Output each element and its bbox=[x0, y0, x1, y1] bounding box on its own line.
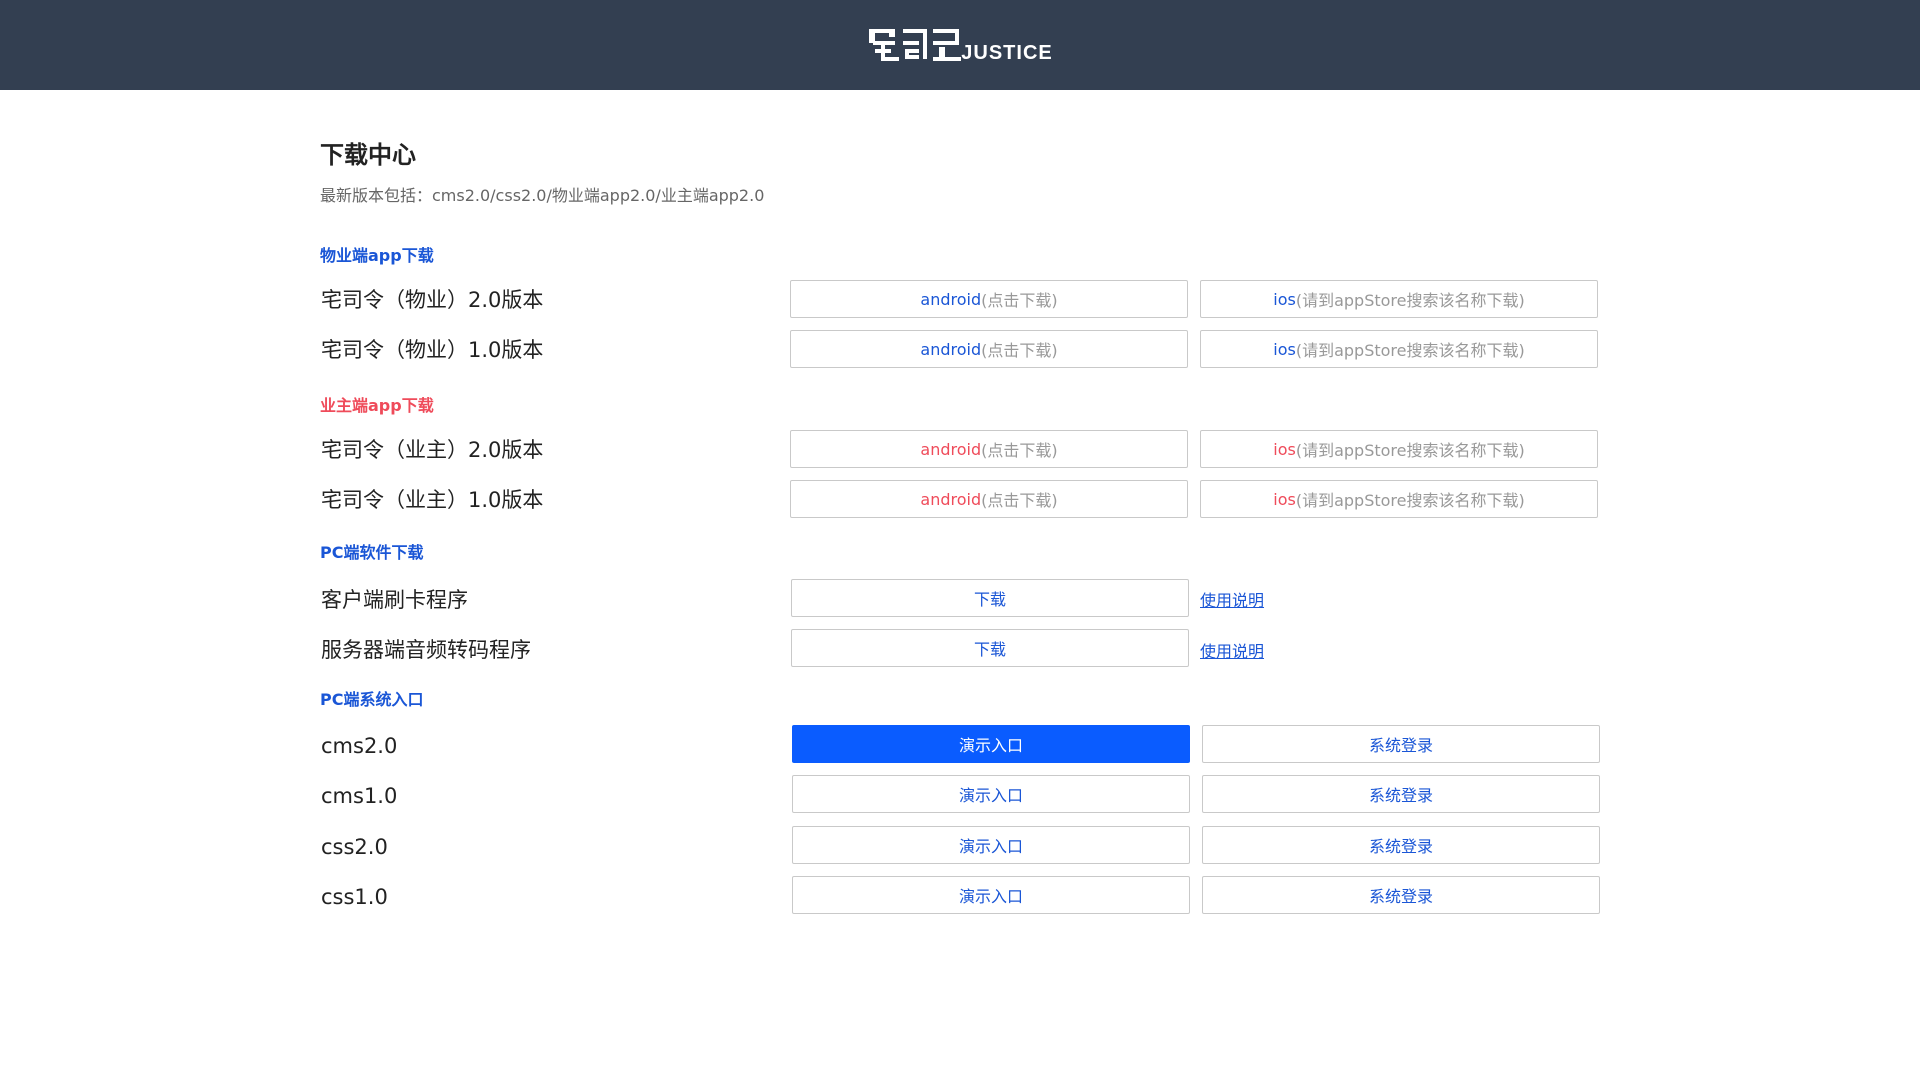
section-title-property-app: 物业端app下载 bbox=[320, 246, 434, 265]
row-label-audio-transcoder: 服务器端音频转码程序 bbox=[321, 638, 531, 662]
android-label: android bbox=[920, 289, 982, 309]
android-download-button[interactable]: android (点击下载) bbox=[790, 480, 1188, 518]
demo-entry-button[interactable]: 演示入口 bbox=[792, 826, 1190, 864]
ios-download-button[interactable]: ios (请到appStore搜索该名称下载) bbox=[1200, 330, 1598, 368]
android-label: android bbox=[920, 439, 982, 459]
brand-logo-text: JUSTICE bbox=[961, 42, 1053, 64]
android-download-button[interactable]: android (点击下载) bbox=[790, 330, 1188, 368]
ios-hint: (请到appStore搜索该名称下载) bbox=[1295, 291, 1525, 310]
ios-hint: (请到appStore搜索该名称下载) bbox=[1295, 441, 1525, 460]
system-login-button[interactable]: 系统登录 bbox=[1202, 775, 1600, 813]
row-label-cms2: cms2.0 bbox=[321, 734, 398, 758]
section-title-pc-system: PC端系统入口 bbox=[320, 690, 424, 709]
download-button[interactable]: 下载 bbox=[791, 579, 1189, 617]
android-hint: (点击下载) bbox=[981, 291, 1058, 310]
ios-download-button[interactable]: ios (请到appStore搜索该名称下载) bbox=[1200, 280, 1598, 318]
android-label: android bbox=[920, 489, 982, 509]
page-subtitle: 最新版本包括：cms2.0/css2.0/物业端app2.0/业主端app2.0 bbox=[320, 186, 765, 205]
system-login-button[interactable]: 系统登录 bbox=[1202, 876, 1600, 914]
manual-link[interactable]: 使用说明 bbox=[1200, 587, 1264, 611]
row-label-owner-2: 宅司令（业主）2.0版本 bbox=[321, 438, 544, 462]
manual-link[interactable]: 使用说明 bbox=[1200, 638, 1264, 662]
brand-logo-icon bbox=[869, 29, 962, 61]
top-header-bar: JUSTICE bbox=[0, 0, 1920, 90]
section-title-owner-app: 业主端app下载 bbox=[320, 396, 434, 415]
row-label-property-1: 宅司令（物业）1.0版本 bbox=[321, 338, 544, 362]
ios-hint: (请到appStore搜索该名称下载) bbox=[1295, 341, 1525, 360]
ios-hint: (请到appStore搜索该名称下载) bbox=[1295, 491, 1525, 510]
brand-logo[interactable]: JUSTICE bbox=[867, 25, 1052, 65]
download-center-header: 下载中心 最新版本包括：cms2.0/css2.0/物业端app2.0/业主端a… bbox=[320, 140, 1620, 206]
android-download-button[interactable]: android (点击下载) bbox=[790, 430, 1188, 468]
demo-entry-button[interactable]: 演示入口 bbox=[792, 876, 1190, 914]
demo-entry-button[interactable]: 演示入口 bbox=[792, 775, 1190, 813]
android-hint: (点击下载) bbox=[981, 341, 1058, 360]
row-label-css1: css1.0 bbox=[321, 885, 388, 909]
demo-entry-button[interactable]: 演示入口 bbox=[792, 725, 1190, 763]
row-label-css2: css2.0 bbox=[321, 835, 388, 859]
section-title-pc-software: PC端软件下载 bbox=[320, 543, 424, 562]
row-label-cms1: cms1.0 bbox=[321, 784, 398, 808]
system-login-button[interactable]: 系统登录 bbox=[1202, 725, 1600, 763]
android-label: android bbox=[920, 339, 982, 359]
ios-download-button[interactable]: ios (请到appStore搜索该名称下载) bbox=[1200, 430, 1598, 468]
ios-label: ios bbox=[1273, 439, 1296, 459]
row-label-property-2: 宅司令（物业）2.0版本 bbox=[321, 288, 544, 312]
system-login-button[interactable]: 系统登录 bbox=[1202, 826, 1600, 864]
ios-download-button[interactable]: ios (请到appStore搜索该名称下载) bbox=[1200, 480, 1598, 518]
android-download-button[interactable]: android (点击下载) bbox=[790, 280, 1188, 318]
page-title: 下载中心 bbox=[320, 141, 416, 169]
row-label-card-client: 客户端刷卡程序 bbox=[321, 588, 468, 612]
download-button[interactable]: 下载 bbox=[791, 629, 1189, 667]
android-hint: (点击下载) bbox=[981, 491, 1058, 510]
row-label-owner-1: 宅司令（业主）1.0版本 bbox=[321, 488, 544, 512]
ios-label: ios bbox=[1273, 489, 1296, 509]
android-hint: (点击下载) bbox=[981, 441, 1058, 460]
ios-label: ios bbox=[1273, 289, 1296, 309]
ios-label: ios bbox=[1273, 339, 1296, 359]
